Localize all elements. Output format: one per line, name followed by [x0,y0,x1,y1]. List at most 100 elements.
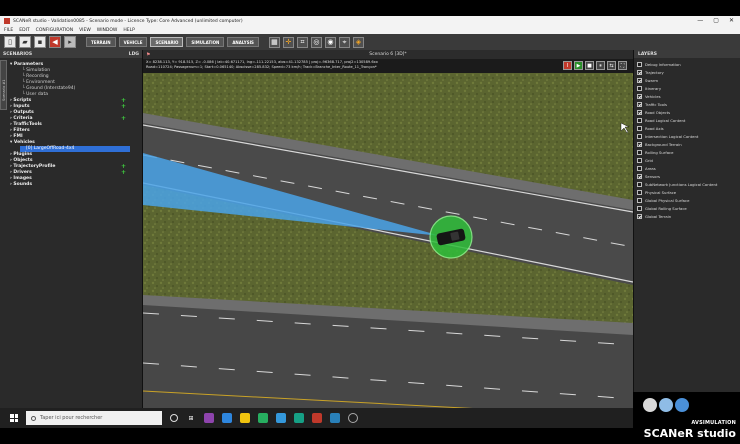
layer-checkbox[interactable] [637,205,642,211]
layer-vehicles[interactable]: Vehicles [637,92,737,100]
back-arrow-icon[interactable]: ◀ [49,36,61,48]
swap-view-button[interactable]: ⇆ [607,61,616,70]
mode-scenario-button[interactable]: SCENARIO [150,37,184,47]
layer-checkbox[interactable] [637,85,642,91]
layer-itinerary[interactable]: Itinerary [637,84,737,92]
crosshair-tool-icon[interactable]: ⌖ [338,36,350,48]
minimize-button[interactable]: — [697,17,703,24]
scenario-side-tab[interactable]: Scenario #1 [0,60,7,110]
menu-window[interactable]: WINDOW [97,28,118,33]
layer-checkbox[interactable] [637,141,642,147]
taskbar-scaner-icon[interactable] [312,413,322,423]
play-mode-icon[interactable]: ▸ [64,36,76,48]
layer-checkbox[interactable] [637,133,642,139]
layer-debug-information[interactable]: Debug Information [637,60,737,68]
taskbar-app-icon-7[interactable] [348,413,358,423]
menu-bar: FILE EDIT CONFIGURATION VIEW WINDOW HELP [0,26,740,34]
taskbar-app-icon-6[interactable] [330,413,340,423]
frame-tool-icon[interactable]: ⌗ [296,36,308,48]
layer-sensors[interactable]: Sensors [637,172,737,180]
scenarios-panel-header: SCENARIOS LDG [0,50,142,58]
layer-road-logical-content[interactable]: Road Logical Content [637,116,737,124]
layer-checkbox[interactable] [637,157,642,163]
layer-checkbox[interactable] [637,101,642,107]
layer-global-terrain[interactable]: Global Terrain [637,212,737,220]
layer-label: Global Rolling Surface [645,205,687,211]
layer-background-terrain[interactable]: Background Terrain [637,140,737,148]
layer-checkbox[interactable] [637,61,642,67]
layer-global-physical-surface[interactable]: Global Physical Surface [637,196,737,204]
taskbar-app-icon-2[interactable] [222,413,232,423]
taskbar-folder-icon[interactable] [240,413,250,423]
new-file-icon[interactable]: ▯ [4,36,16,48]
layer-checkbox[interactable] [637,93,642,99]
stop-button[interactable]: ■ [585,61,594,70]
layer-physical-surface[interactable]: Physical Surface [637,188,737,196]
maximize-button[interactable]: ▢ [713,17,719,24]
taskbar-search-input[interactable]: Taper ici pour rechercher [26,411,162,425]
fullscreen-button[interactable]: ⛶ [618,61,627,70]
bottom-black-bar [0,428,633,444]
layer-checkbox[interactable] [637,189,642,195]
layer-checkbox[interactable] [637,181,642,187]
layer-checkbox[interactable] [637,149,642,155]
layer-checkbox[interactable] [637,197,642,203]
save-icon[interactable]: ▪ [34,36,46,48]
mode-terrain-button[interactable]: TERRAIN [86,37,116,47]
layer-label: Grid [645,157,653,163]
tree-node-sounds[interactable]: › Sounds [10,182,140,188]
layer-grid[interactable]: Grid [637,156,737,164]
taskbar-grid-icon[interactable]: ⊞ [186,413,196,423]
settings-tool-icon[interactable]: ◈ [352,36,364,48]
layer-checkbox[interactable] [637,213,642,219]
info-toggle-button[interactable]: I [563,61,572,70]
viewport-header: ⚑ Scenario 6 [3D]* [143,50,633,59]
mode-vehicle-button[interactable]: VEHICLE [118,37,148,47]
mode-simulation-button[interactable]: SIMULATION [186,37,225,47]
taskbar-app-icon-1[interactable] [204,413,214,423]
scenario-3d-viewport[interactable]: ⚑ Scenario 6 [3D]* X= 8238.113, Y= 918.5… [143,50,633,408]
layer-checkbox[interactable] [637,77,642,83]
layer-label: Itinerary [645,85,662,91]
move-tool-icon[interactable]: ✛ [282,36,294,48]
layer-checkbox[interactable] [637,109,642,115]
mode-analysis-button[interactable]: ANALYSIS [227,37,259,47]
layer-label: Trajectory [645,69,664,75]
layers-panel: LAYERS Debug Information Trajectory Swarm I… [633,50,740,408]
menu-help[interactable]: HELP [123,28,134,33]
layer-checkbox[interactable] [637,173,642,179]
open-folder-icon[interactable]: ▰ [19,36,31,48]
layer-trajectory[interactable]: Trajectory [637,68,737,76]
layer-global-rolling-surface[interactable]: Global Rolling Surface [637,204,737,212]
target-tool-icon[interactable]: ◎ [310,36,322,48]
windows-start-icon[interactable] [10,414,18,422]
layer-road-objects[interactable]: Road Objects [637,108,737,116]
layer-areas[interactable]: Areas [637,164,737,172]
taskbar-app-icon-5[interactable] [294,413,304,423]
task-view-icon[interactable] [170,414,178,422]
layer-checkbox[interactable] [637,125,642,131]
grid-tool-icon[interactable]: ▦ [268,36,280,48]
close-button[interactable]: ✕ [729,17,734,24]
taskbar-app-icon-3[interactable] [258,413,268,423]
taskbar-app-icon-4[interactable] [276,413,286,423]
layer-subnetwork-junctions-logical-content[interactable]: SubNetwork Junctions Logical Content [637,180,737,188]
layer-rolling-surface[interactable]: Rolling Surface [637,148,737,156]
menu-view[interactable]: VIEW [79,28,91,33]
layer-road-axis[interactable]: Road Axis [637,124,737,132]
menu-file[interactable]: FILE [4,28,13,33]
play-button[interactable]: ▶ [574,61,583,70]
menu-configuration[interactable]: CONFIGURATION [36,28,73,33]
layer-checkbox[interactable] [637,69,642,75]
tree-node-label: Simulation [26,68,51,73]
layer-checkbox[interactable] [637,165,642,171]
record-tool-icon[interactable]: ◉ [324,36,336,48]
tree-node-label: Plugins [13,152,33,157]
layer-checkbox[interactable] [637,117,642,123]
menu-edit[interactable]: EDIT [19,28,29,33]
layer-intersection-logical-content[interactable]: Intersection Logical Content [637,132,737,140]
layer-traffic-tools[interactable]: Traffic Tools [637,100,737,108]
layers-panel-title: LAYERS [634,50,740,58]
pause-button[interactable]: ⏸ [596,61,605,70]
layer-swarm[interactable]: Swarm [637,76,737,84]
